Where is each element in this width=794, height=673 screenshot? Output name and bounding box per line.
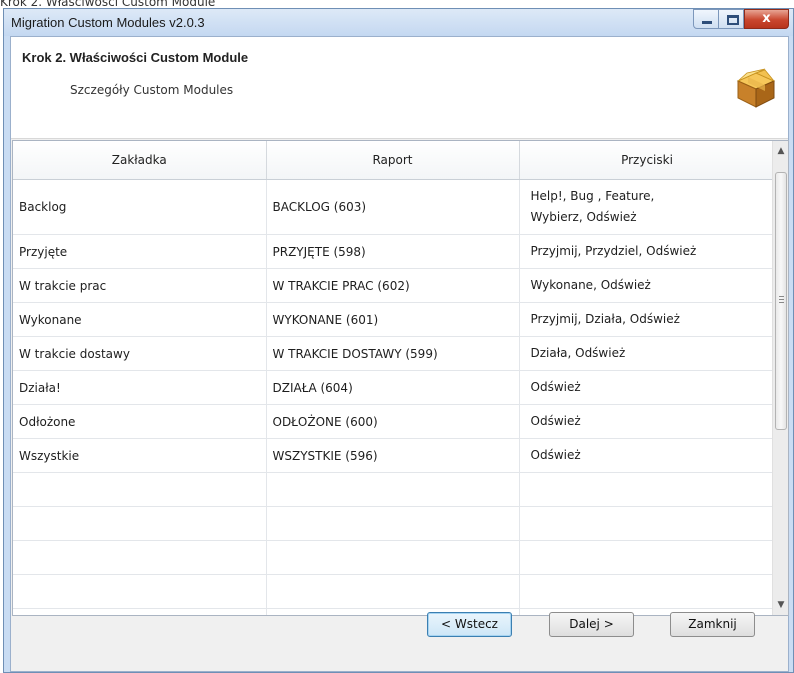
empty-row	[13, 574, 776, 609]
empty-row	[13, 472, 776, 507]
scroll-down-arrow-icon[interactable]: ▼	[773, 597, 788, 613]
column-header-tab[interactable]: Zakładka	[13, 141, 267, 180]
cell-buttons[interactable]: Działa, Odśwież	[519, 336, 776, 371]
package-box-icon	[736, 68, 776, 108]
cell-tab[interactable]: Wszystkie	[13, 438, 267, 473]
scrollbar-thumb[interactable]	[775, 172, 787, 430]
cell-report[interactable]: WSZYSTKIE (596)	[266, 438, 520, 473]
empty-row	[13, 608, 776, 615]
window-title: Migration Custom Modules v2.0.3	[11, 15, 205, 30]
cell-buttons[interactable]: Odśwież	[519, 438, 776, 473]
cell-buttons[interactable]: Help!, Bug , Feature, Wybierz, Odśwież	[519, 179, 776, 235]
cell-tab[interactable]: Odłożone	[13, 404, 267, 439]
cell-report[interactable]: WYKONANE (601)	[266, 302, 520, 337]
column-header-report[interactable]: Raport	[266, 141, 520, 180]
step-title: Krok 2. Właściwości Custom Module	[22, 50, 249, 65]
cell-buttons[interactable]: Przyjmij, Przydziel, Odśwież	[519, 234, 776, 269]
page-caption: Krok 2. Właściwości Custom Module	[0, 0, 216, 8]
step-subtitle: Szczegóły Custom Modules	[70, 83, 234, 97]
cell-buttons-line: Help!, Bug , Feature,	[530, 189, 655, 203]
cell-report[interactable]: PRZYJĘTE (598)	[266, 234, 520, 269]
cell-buttons[interactable]: Przyjmij, Działa, Odśwież	[519, 302, 776, 337]
cell-tab[interactable]: Przyjęte	[13, 234, 267, 269]
close-window-button[interactable]: x	[744, 9, 789, 29]
cell-report[interactable]: ODŁOŻONE (600)	[266, 404, 520, 439]
table-header-row: Zakładka Raport Przyciski	[13, 141, 776, 180]
cell-tab[interactable]: W trakcie dostawy	[13, 336, 267, 371]
vertical-scrollbar[interactable]: ▲ ▼	[772, 141, 788, 615]
table-row[interactable]: Backlog BACKLOG (603) Help!, Bug , Featu…	[13, 179, 776, 235]
maximize-button[interactable]	[718, 9, 744, 29]
column-header-buttons[interactable]: Przyciski	[519, 141, 776, 180]
minimize-button[interactable]	[693, 9, 719, 29]
cell-tab[interactable]: W trakcie prac	[13, 268, 267, 303]
table-row[interactable]: Działa! DZIAŁA (604) Odśwież	[13, 370, 776, 405]
cell-buttons-line: Wybierz, Odśwież	[530, 210, 637, 224]
empty-row	[13, 506, 776, 541]
table-row[interactable]: W trakcie dostawy W TRAKCIE DOSTAWY (599…	[13, 336, 776, 371]
wizard-window: Migration Custom Modules v2.0.3 x Krok 2…	[3, 8, 794, 673]
scroll-up-arrow-icon[interactable]: ▲	[773, 143, 788, 159]
table-row[interactable]: Odłożone ODŁOŻONE (600) Odśwież	[13, 404, 776, 439]
next-button[interactable]: Dalej >	[549, 612, 634, 637]
cell-buttons[interactable]: Odśwież	[519, 370, 776, 405]
cell-report[interactable]: DZIAŁA (604)	[266, 370, 520, 405]
cell-report[interactable]: W TRAKCIE PRAC (602)	[266, 268, 520, 303]
minimize-icon	[702, 21, 712, 24]
cell-tab[interactable]: Działa!	[13, 370, 267, 405]
maximize-icon	[727, 15, 739, 25]
cell-tab[interactable]: Backlog	[13, 179, 267, 235]
title-bar[interactable]: Migration Custom Modules v2.0.3 x	[4, 9, 793, 36]
cell-buttons[interactable]: Odśwież	[519, 404, 776, 439]
back-button[interactable]: < Wstecz	[427, 612, 512, 637]
close-icon: x	[762, 11, 771, 26]
modules-grid[interactable]: Zakładka Raport Przyciski Backlog BACKLO…	[12, 140, 789, 616]
wizard-header: Krok 2. Właściwości Custom Module Szczeg…	[11, 37, 788, 139]
wizard-client-area: Krok 2. Właściwości Custom Module Szczeg…	[10, 36, 789, 672]
table-row[interactable]: Wszystkie WSZYSTKIE (596) Odśwież	[13, 438, 776, 473]
table-row[interactable]: Wykonane WYKONANE (601) Przyjmij, Działa…	[13, 302, 776, 337]
cell-report[interactable]: W TRAKCIE DOSTAWY (599)	[266, 336, 520, 371]
close-button[interactable]: Zamknij	[670, 612, 755, 637]
table-row[interactable]: W trakcie prac W TRAKCIE PRAC (602) Wyko…	[13, 268, 776, 303]
cell-report[interactable]: BACKLOG (603)	[266, 179, 520, 235]
table-row[interactable]: Przyjęte PRZYJĘTE (598) Przyjmij, Przydz…	[13, 234, 776, 269]
modules-table: Zakładka Raport Przyciski Backlog BACKLO…	[13, 141, 776, 615]
cell-tab[interactable]: Wykonane	[13, 302, 267, 337]
cell-buttons[interactable]: Wykonane, Odśwież	[519, 268, 776, 303]
empty-row	[13, 540, 776, 575]
